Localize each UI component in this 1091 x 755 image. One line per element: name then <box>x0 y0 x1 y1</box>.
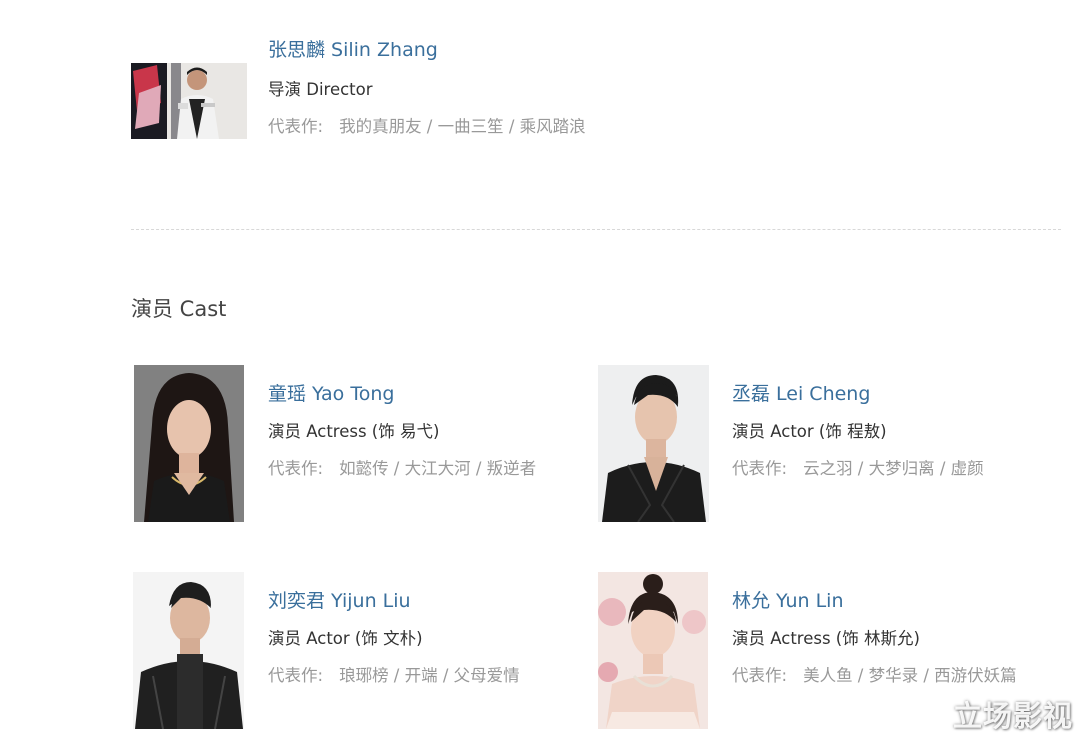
works-list: 如懿传 / 大江大河 / 叛逆者 <box>339 459 537 478</box>
cast-photo-yijun-liu[interactable] <box>133 572 244 729</box>
works-list: 美人鱼 / 梦华录 / 西游伏妖篇 <box>803 666 1017 685</box>
works-label: 代表作: <box>732 459 788 478</box>
cast-name[interactable]: 丞磊 Lei Cheng <box>732 379 870 406</box>
cast-section-title: 演员 Cast <box>131 297 227 321</box>
director-name[interactable]: 张思麟 Silin Zhang <box>268 35 438 62</box>
cast-works: 代表作: 美人鱼 / 梦华录 / 西游伏妖篇 <box>732 662 1017 686</box>
works-list: 琅琊榜 / 开端 / 父母爱情 <box>339 666 520 685</box>
cast-photo-yao-tong[interactable] <box>134 365 244 522</box>
works-label: 代表作: <box>268 666 324 685</box>
cast-role: 演员 Actress (饰 林斯允) <box>732 629 920 648</box>
section-divider <box>131 229 1061 230</box>
cast-role: 演员 Actress (饰 易弋) <box>268 422 440 441</box>
cast-works: 代表作: 云之羽 / 大梦归离 / 虚颜 <box>732 455 984 479</box>
cast-role: 演员 Actor (饰 程敖) <box>732 422 887 441</box>
works-list: 我的真朋友 / 一曲三笙 / 乘风踏浪 <box>339 117 586 136</box>
credits-page: 张思麟 Silin Zhang 导演 Director 代表作: 我的真朋友 / … <box>0 0 1091 755</box>
works-label: 代表作: <box>268 459 324 478</box>
cast-works: 代表作: 如懿传 / 大江大河 / 叛逆者 <box>268 455 536 479</box>
cast-name[interactable]: 林允 Yun Lin <box>732 586 844 613</box>
director-photo[interactable] <box>131 63 247 139</box>
director-role: 导演 Director <box>268 80 373 99</box>
works-label: 代表作: <box>268 117 324 136</box>
cast-photo-lei-cheng[interactable] <box>598 365 709 522</box>
works-label: 代表作: <box>732 666 788 685</box>
cast-photo-yun-lin[interactable] <box>598 572 708 729</box>
cast-name[interactable]: 刘奕君 Yijun Liu <box>268 586 411 613</box>
cast-role: 演员 Actor (饰 文朴) <box>268 629 423 648</box>
cast-name[interactable]: 童瑶 Yao Tong <box>268 379 394 406</box>
director-works: 代表作: 我的真朋友 / 一曲三笙 / 乘风踏浪 <box>268 113 586 137</box>
cast-works: 代表作: 琅琊榜 / 开端 / 父母爱情 <box>268 662 520 686</box>
watermark-logo: 立场影视 <box>952 699 1073 733</box>
works-list: 云之羽 / 大梦归离 / 虚颜 <box>803 459 984 478</box>
